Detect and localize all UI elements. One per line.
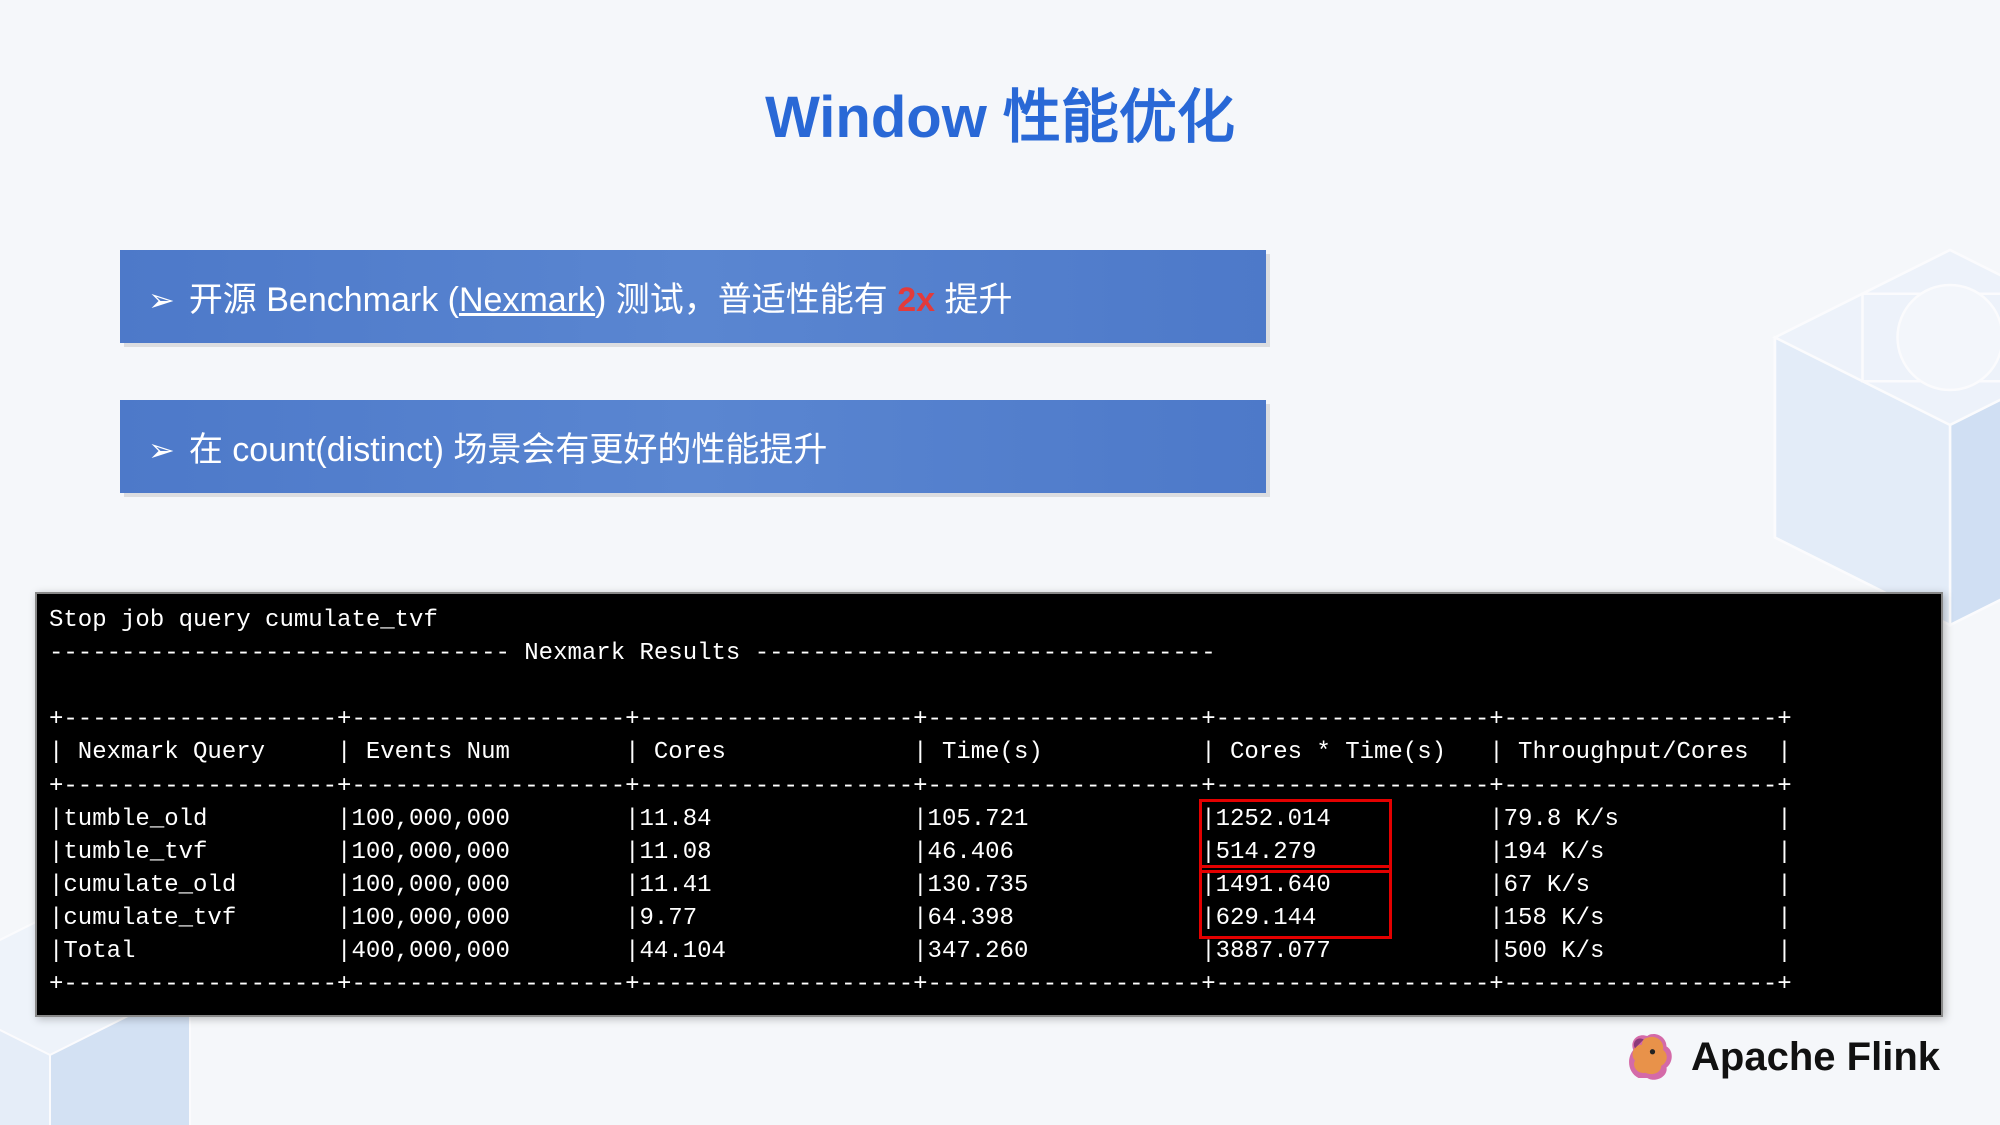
bullet-count-distinct: ➢ 在 count(distinct) 场景会有更好的性能提升	[120, 400, 1266, 493]
footer-text: Apache Flink	[1691, 1035, 1940, 1080]
bullet1-suffix: 提升	[935, 281, 1012, 319]
arrow-icon: ➢	[148, 432, 175, 468]
bullet2-text: 在 count(distinct) 场景会有更好的性能提升	[189, 431, 828, 469]
bullet1-mid: ) 测试，普适性能有	[595, 281, 897, 319]
arrow-icon: ➢	[148, 282, 175, 318]
bullet1-highlight: 2x	[897, 281, 935, 319]
flink-squirrel-icon	[1621, 1029, 1677, 1085]
bullet1-prefix: 开源 Benchmark (	[189, 281, 459, 319]
footer-logo: Apache Flink	[1621, 1029, 1940, 1085]
page-title: Window 性能优化	[0, 70, 2000, 154]
bullet1-link: Nexmark	[459, 281, 595, 319]
bullet-benchmark: ➢ 开源 Benchmark (Nexmark) 测试，普适性能有 2x 提升	[120, 250, 1266, 343]
terminal-output: Stop job query cumulate_tvf ------------…	[35, 592, 1943, 1017]
